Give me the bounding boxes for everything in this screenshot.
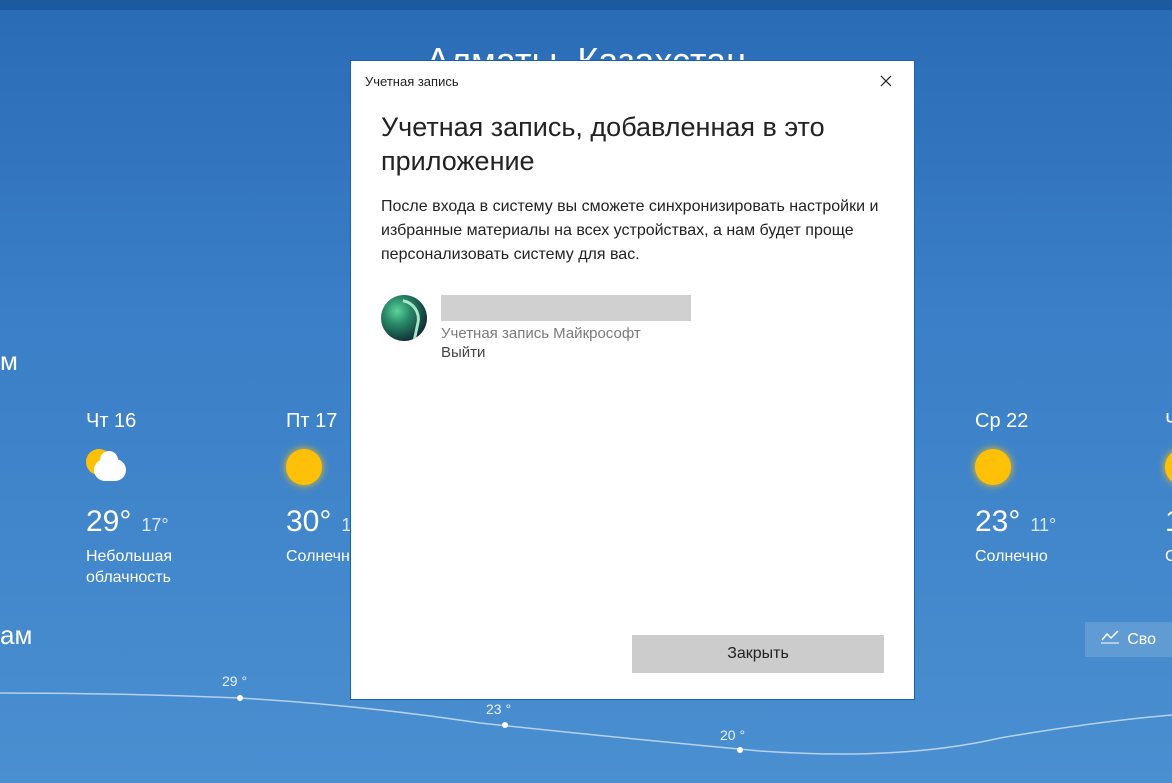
chart-temp-label: 23 ° [486,701,511,717]
forecast-row-right: Ср 22 23° 11° Солнечно Чт 2 19° Солн [975,410,1172,568]
forecast-low: 11° [1030,515,1056,536]
forecast-temps: 19° [1165,505,1172,539]
chart-line-icon [1101,630,1119,649]
summary-button[interactable]: Сво [1085,622,1172,657]
forecast-high: 23° [975,505,1020,539]
forecast-day: Чт 2 [1165,410,1172,433]
dialog-description: После входа в систему вы сможете синхрон… [381,195,884,267]
sunny-icon [286,449,326,489]
forecast-low: 17° [141,515,168,536]
close-icon[interactable] [872,67,900,95]
forecast-high: 30° [286,505,331,539]
close-button[interactable]: Закрыть [632,635,884,673]
section-label-partial-top: м [0,346,18,377]
account-info: Учетная запись Майкрософт Выйти [441,295,884,361]
account-type-label: Учетная запись Майкрософт [441,325,884,342]
account-dialog: Учетная запись Учетная запись, добавленн… [350,60,915,700]
chart-temp-label: 29 ° [222,673,247,689]
forecast-day: Ср 22 [975,410,1115,433]
forecast-temps: 23° 11° [975,505,1115,539]
avatar [381,295,427,341]
account-row: Учетная запись Майкрософт Выйти [381,295,884,361]
forecast-high: 19° [1165,505,1172,539]
sunny-icon [1165,449,1172,489]
forecast-condition: Солн [1165,547,1172,568]
dialog-header: Учетная запись [351,61,914,101]
dialog-body: Учетная запись, добавленная в это прилож… [351,101,914,617]
signout-link[interactable]: Выйти [441,344,884,361]
sunny-icon [975,449,1015,489]
dialog-heading: Учетная запись, добавленная в это прилож… [381,111,884,179]
account-name-redacted [441,295,691,321]
summary-button-label: Сво [1127,631,1156,649]
partly-cloudy-icon [86,449,126,489]
chart-temp-label: 20 ° [720,727,745,743]
forecast-condition: Солнечно [975,547,1115,568]
forecast-day: Чт 16 [86,410,226,433]
forecast-card[interactable]: Чт 2 19° Солн [1165,410,1172,568]
forecast-card[interactable]: Ср 22 23° 11° Солнечно [975,410,1115,568]
forecast-high: 29° [86,505,131,539]
section-label-partial-bottom: ам [0,620,32,651]
forecast-temps: 29° 17° [86,505,226,539]
dialog-title: Учетная запись [365,74,459,89]
dialog-footer: Закрыть [351,617,914,699]
forecast-card[interactable]: Чт 16 29° 17° Небольшая облачность [86,410,226,589]
window-top-bar [0,0,1172,10]
forecast-condition: Небольшая облачность [86,547,226,589]
